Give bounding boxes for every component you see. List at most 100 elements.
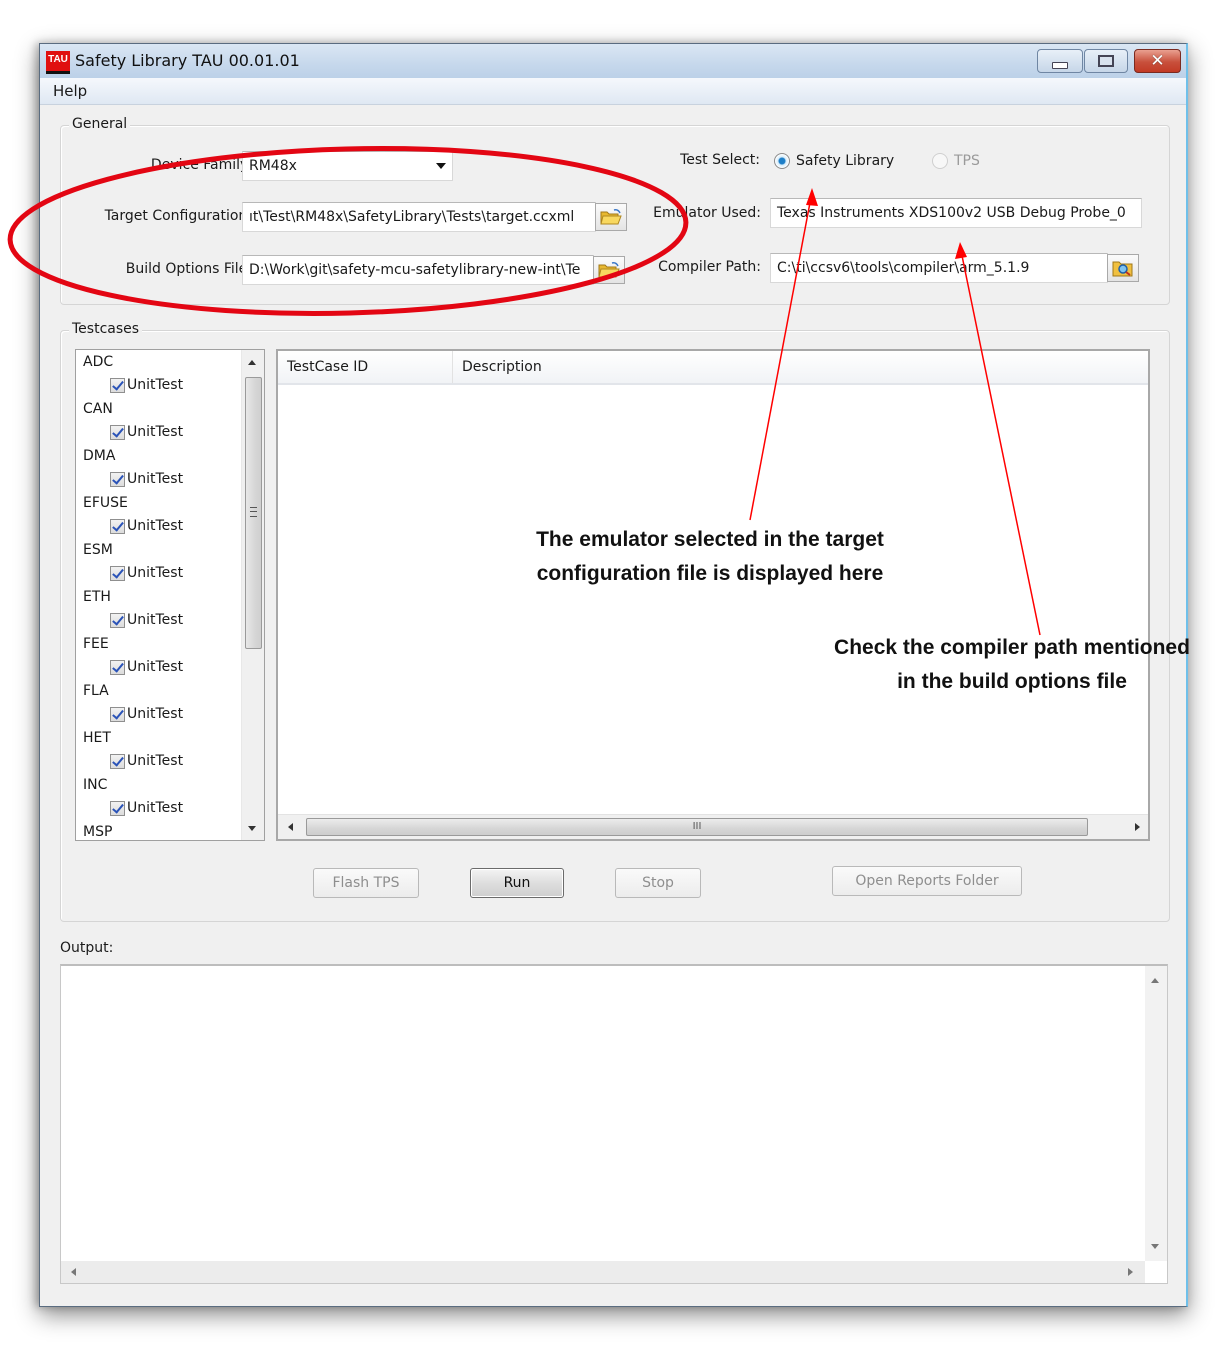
testcase-tree[interactable]: ADC UnitTest CAN UnitTest DMA UnitTest EFUSE Un… <box>75 349 265 841</box>
menu-bar: Help <box>40 78 1186 105</box>
scroll-right-icon[interactable] <box>1135 823 1140 831</box>
tree-unittest-label: UnitTest <box>127 659 184 675</box>
device-family-select[interactable]: RM48x <box>242 151 453 181</box>
tree-module-fee[interactable]: FEE <box>83 636 109 652</box>
window-title: Safety Library TAU 00.01.01 <box>75 51 300 70</box>
tree-module-eth[interactable]: ETH <box>83 589 111 605</box>
tree-vertical-scrollbar[interactable] <box>241 350 264 840</box>
tree-unittest-label: UnitTest <box>127 518 184 534</box>
build-options-browse-button[interactable] <box>593 256 625 284</box>
run-button[interactable]: Run <box>470 868 564 898</box>
compiler-path-label: Compiler Path: <box>658 259 761 275</box>
flash-tps-button[interactable]: Flash TPS <box>313 868 419 898</box>
target-configuration-label: Target Configuration: <box>104 208 252 224</box>
maximize-button[interactable] <box>1084 49 1128 73</box>
checkbox-checked-icon[interactable] <box>110 518 125 534</box>
build-options-file-input[interactable]: D:\Work\git\safety-mcu-safetylibrary-new… <box>242 255 594 285</box>
test-select-label: Test Select: <box>680 152 760 168</box>
checkbox-checked-icon[interactable] <box>110 800 125 816</box>
tree-unittest-fee[interactable]: UnitTest <box>110 659 183 675</box>
tree-unittest-label: UnitTest <box>127 612 184 628</box>
column-separator[interactable] <box>452 351 453 383</box>
compiler-annotation-line-2: in the build options file <box>897 670 1127 693</box>
checkbox-checked-icon[interactable] <box>110 706 125 722</box>
menu-help[interactable]: Help <box>53 82 87 100</box>
stop-button[interactable]: Stop <box>615 868 701 898</box>
checkbox-checked-icon[interactable] <box>110 612 125 628</box>
radio-safety-library[interactable]: Safety Library <box>774 153 894 169</box>
tree-unittest-fla[interactable]: UnitTest <box>110 706 183 722</box>
tree-unittest-efuse[interactable]: UnitTest <box>110 518 183 534</box>
grip-icon <box>250 507 257 517</box>
radio-selected-icon <box>774 153 790 169</box>
close-icon: ✕ <box>1150 51 1165 71</box>
emulator-annotation-line-2: configuration file is displayed here <box>536 562 884 585</box>
table-scroll-thumb[interactable]: III <box>306 818 1088 836</box>
tree-module-msp[interactable]: MSP <box>83 824 112 840</box>
open-reports-folder-button[interactable]: Open Reports Folder <box>832 866 1022 896</box>
tree-module-adc[interactable]: ADC <box>83 354 113 370</box>
scroll-up-icon[interactable] <box>248 360 256 365</box>
checkbox-checked-icon[interactable] <box>110 471 125 487</box>
target-configuration-input[interactable]: ıt\Test\RM48x\SafetyLibrary\Tests\target… <box>242 202 596 232</box>
chevron-down-icon[interactable] <box>436 163 446 169</box>
radio-tps-label: TPS <box>954 153 980 169</box>
folder-open-icon <box>598 262 620 278</box>
tree-unittest-inc[interactable]: UnitTest <box>110 800 183 816</box>
scroll-up-icon[interactable] <box>1151 978 1159 983</box>
compiler-path-browse-button[interactable] <box>1107 254 1139 282</box>
build-options-file-label: Build Options File: <box>125 261 252 277</box>
checkbox-checked-icon[interactable] <box>110 659 125 675</box>
checkbox-checked-icon[interactable] <box>110 424 125 440</box>
general-group-label: General <box>69 116 131 132</box>
scroll-left-icon[interactable] <box>71 1268 76 1276</box>
folder-open-icon <box>600 209 622 225</box>
tree-module-can[interactable]: CAN <box>83 401 113 417</box>
tree-unittest-het[interactable]: UnitTest <box>110 753 183 769</box>
column-header-description[interactable]: Description <box>462 359 542 375</box>
tree-unittest-eth[interactable]: UnitTest <box>110 612 183 628</box>
testcases-group-label: Testcases <box>69 321 143 337</box>
table-horizontal-scrollbar[interactable]: III <box>278 814 1148 839</box>
scroll-down-icon[interactable] <box>248 826 256 831</box>
tree-module-fla[interactable]: FLA <box>83 683 109 699</box>
checkbox-checked-icon[interactable] <box>110 377 125 393</box>
scroll-left-icon[interactable] <box>288 823 293 831</box>
tree-module-efuse[interactable]: EFUSE <box>83 495 128 511</box>
tree-scroll-thumb[interactable] <box>245 377 262 649</box>
tree-unittest-dma[interactable]: UnitTest <box>110 471 183 487</box>
output-horizontal-scrollbar[interactable] <box>61 1261 1145 1283</box>
output-textarea[interactable] <box>60 964 1168 1284</box>
scroll-right-icon[interactable] <box>1128 1268 1133 1276</box>
tree-module-inc[interactable]: INC <box>83 777 107 793</box>
tree-unittest-adc[interactable]: UnitTest <box>110 377 183 393</box>
table-header: TestCase ID Description <box>278 351 1148 385</box>
minimize-icon <box>1052 61 1068 69</box>
column-header-testcase-id[interactable]: TestCase ID <box>287 359 368 375</box>
emulator-annotation: The emulator selected in the target conf… <box>500 523 920 591</box>
tree-module-het[interactable]: HET <box>83 730 111 746</box>
target-configuration-browse-button[interactable] <box>595 203 627 231</box>
radio-tps[interactable]: TPS <box>932 153 980 169</box>
checkbox-checked-icon[interactable] <box>110 753 125 769</box>
title-bar[interactable]: TAU Safety Library TAU 00.01.01 ✕ <box>40 44 1186 78</box>
compiler-annotation-line-1: Check the compiler path mentioned <box>834 636 1190 659</box>
close-button[interactable]: ✕ <box>1134 49 1181 73</box>
output-label: Output: <box>60 940 114 956</box>
tree-module-dma[interactable]: DMA <box>83 448 115 464</box>
tree-unittest-can[interactable]: UnitTest <box>110 424 183 440</box>
testcase-table: TestCase ID Description III <box>276 349 1150 841</box>
app-logo-icon: TAU <box>46 51 70 74</box>
minimize-button[interactable] <box>1037 49 1083 73</box>
emulator-annotation-line-1: The emulator selected in the target <box>536 528 884 551</box>
tree-unittest-esm[interactable]: UnitTest <box>110 565 183 581</box>
output-vertical-scrollbar[interactable] <box>1145 966 1167 1261</box>
tree-unittest-label: UnitTest <box>127 800 184 816</box>
scroll-down-icon[interactable] <box>1151 1244 1159 1249</box>
tree-unittest-label: UnitTest <box>127 565 184 581</box>
tree-module-esm[interactable]: ESM <box>83 542 113 558</box>
compiler-path-input[interactable]: C:\ti\ccsv6\tools\compiler\arm_5.1.9 <box>770 253 1108 283</box>
maximize-icon <box>1098 55 1114 67</box>
tree-unittest-label: UnitTest <box>127 377 184 393</box>
checkbox-checked-icon[interactable] <box>110 565 125 581</box>
